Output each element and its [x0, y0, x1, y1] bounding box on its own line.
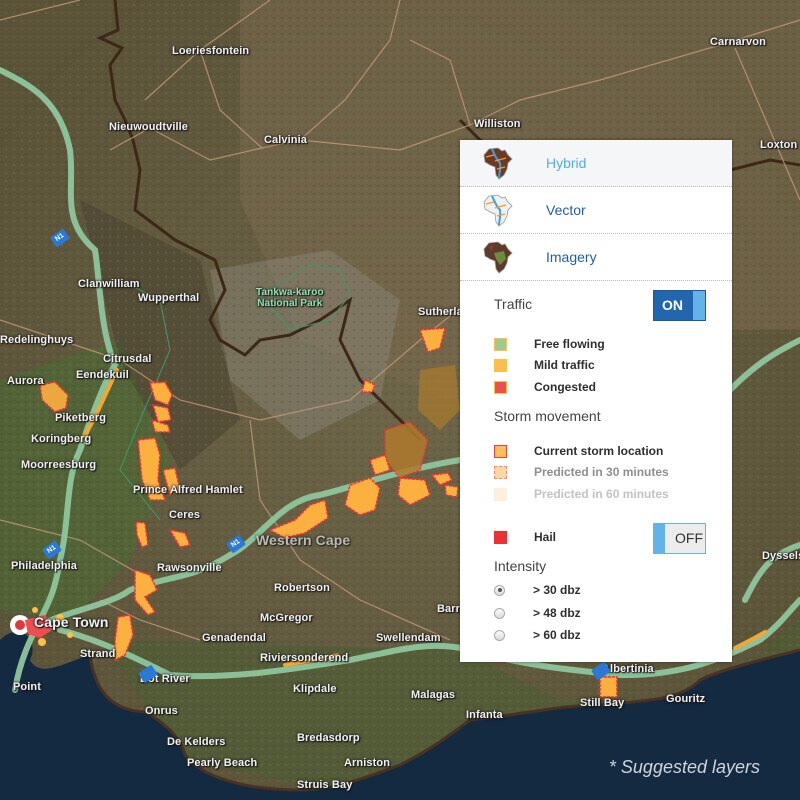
predicted-60-swatch [494, 487, 507, 501]
africa-imagery-icon [483, 241, 513, 274]
place-label[interactable]: Onrus [145, 705, 178, 717]
legend-free-flowing: Free flowing [494, 336, 605, 352]
place-label[interactable]: Dysselsdorp [762, 550, 800, 562]
place-label[interactable]: Prince Alfred Hamlet [133, 484, 243, 496]
place-label[interactable]: Carnarvon [710, 36, 766, 48]
legend-label: Current storm location [534, 444, 664, 458]
layer-panel: Hybrid Vector Imagery Traffic ON Free fl… [460, 140, 732, 662]
place-label[interactable]: Moorreesburg [21, 459, 96, 471]
park-label[interactable]: Tankwa-karoo National Park [256, 287, 324, 309]
place-label[interactable]: Ceres [169, 509, 200, 521]
place-label[interactable]: Koringberg [31, 433, 91, 445]
radio-label: > 48 dbz [533, 606, 581, 620]
legend-mild-traffic: Mild traffic [494, 357, 595, 373]
place-label[interactable]: Struis Bay [297, 779, 352, 791]
place-label[interactable]: Nieuwoudtville [109, 121, 188, 133]
storm-cell [444, 484, 459, 498]
basemap-label: Vector [546, 202, 586, 218]
place-label[interactable]: De Kelders [167, 736, 225, 748]
place-label[interactable]: Loeriesfontein [172, 45, 249, 57]
place-label[interactable]: Swellendam [376, 632, 441, 644]
traffic-toggle[interactable]: ON [653, 290, 706, 321]
intensity-option-60[interactable]: > 60 dbz [494, 627, 581, 643]
basemap-vector[interactable]: Vector [460, 187, 732, 234]
suggested-layers-note: * Suggested layers [608, 757, 760, 777]
place-label[interactable]: Strand [80, 648, 115, 660]
hail-toggle-label: OFF [675, 530, 703, 546]
storm-movement-heading: Storm movement [494, 408, 601, 424]
hail-toggle[interactable]: OFF [653, 523, 706, 554]
storm-cell [599, 676, 618, 698]
place-label[interactable]: Piketberg [55, 412, 106, 424]
legend-predicted-60: Predicted in 60 minutes [494, 486, 669, 502]
place-label[interactable]: Philadelphia [11, 560, 77, 572]
place-label[interactable]: Klipdale [293, 683, 337, 695]
region-label: Western Cape [256, 532, 351, 548]
basemap-hybrid[interactable]: Hybrid [460, 140, 732, 187]
place-label[interactable]: Infanta [466, 709, 503, 721]
place-label[interactable]: Genadendal [202, 632, 266, 644]
legend-predicted-30: Predicted in 30 minutes [494, 464, 669, 480]
place-label[interactable]: Still Bay [580, 697, 624, 709]
place-label[interactable]: Robertson [274, 582, 330, 594]
basemap-label: Hybrid [546, 155, 587, 171]
legend-label: Congested [534, 380, 597, 394]
place-label[interactable]: Eendekuil [76, 369, 129, 381]
current-storm-swatch [494, 444, 507, 458]
toggle-knob [654, 524, 665, 553]
place-label[interactable]: Williston [474, 118, 521, 130]
place-label[interactable]: Arniston [344, 757, 390, 769]
place-label[interactable]: Riviersonderend [260, 652, 348, 664]
radio-button[interactable] [494, 629, 505, 641]
legend-hail: Hail [494, 529, 556, 545]
place-label[interactable]: Rawsonville [157, 562, 222, 574]
capital-label[interactable]: Cape Town [34, 614, 109, 630]
toggle-knob [693, 291, 705, 320]
place-label[interactable]: Wupperthal [138, 292, 199, 304]
legend-current-storm: Current storm location [494, 443, 663, 459]
place-label[interactable]: Bredasdorp [297, 732, 360, 744]
place-label[interactable]: Loxton [760, 139, 797, 151]
place-label[interactable]: Pearly Beach [187, 757, 257, 769]
hail-swatch [494, 530, 507, 544]
predicted-30-swatch [494, 465, 507, 479]
radio-label: > 60 dbz [533, 628, 581, 642]
place-label[interactable]: Calvinia [264, 134, 307, 146]
intensity-option-48[interactable]: > 48 dbz [494, 605, 581, 621]
intensity-heading: Intensity [494, 558, 547, 574]
basemap-label: Imagery [546, 249, 597, 265]
legend-label: Free flowing [534, 337, 605, 351]
radio-button[interactable] [494, 584, 505, 596]
place-label[interactable]: Malagas [411, 689, 455, 701]
legend-label: Predicted in 60 minutes [534, 487, 669, 501]
intensity-option-30[interactable]: > 30 dbz [494, 582, 581, 598]
park-label-line-2: National Park [257, 298, 323, 309]
free-flowing-swatch [494, 337, 507, 351]
mild-traffic-swatch [494, 358, 507, 372]
africa-hybrid-icon [483, 147, 513, 180]
traffic-toggle-label: ON [662, 297, 683, 313]
place-label[interactable]: Redelinghuys [0, 334, 73, 346]
place-label[interactable]: Clanwilliam [78, 278, 140, 290]
congested-swatch [494, 380, 507, 394]
traffic-heading: Traffic [494, 296, 533, 312]
legend-congested: Congested [494, 379, 596, 395]
radio-label: > 30 dbz [533, 583, 581, 597]
legend-label: Predicted in 30 minutes [534, 465, 669, 479]
place-label[interactable]: McGregor [260, 612, 313, 624]
radio-button[interactable] [494, 607, 505, 619]
legend-label: Hail [534, 530, 557, 544]
place-label[interactable]: Aurora [7, 375, 44, 387]
place-label[interactable]: Citrusdal [103, 353, 152, 365]
place-label[interactable]: Point [13, 681, 41, 693]
africa-vector-icon [483, 194, 513, 227]
basemap-imagery[interactable]: Imagery [460, 234, 732, 281]
place-label[interactable]: Gouritz [666, 693, 705, 705]
legend-label: Mild traffic [534, 358, 595, 372]
park-label-line-1: Tankwa-karoo [256, 287, 324, 298]
